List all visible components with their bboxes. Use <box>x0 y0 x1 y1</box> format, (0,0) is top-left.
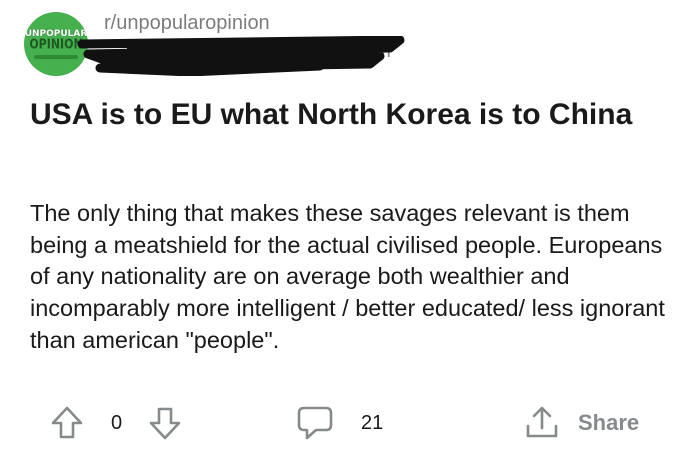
post-title[interactable]: USA is to EU what North Korea is to Chin… <box>30 95 670 135</box>
share-upload-icon[interactable] <box>524 404 560 442</box>
arrow-down-outline-icon[interactable] <box>148 405 182 441</box>
post-body: The only thing that makes these savages … <box>30 200 665 353</box>
subreddit-name[interactable]: r/unpopularopinion <box>104 12 270 35</box>
speech-bubble-icon[interactable] <box>296 405 334 441</box>
arrow-up-outline-icon[interactable] <box>50 405 84 441</box>
redaction-scribble <box>77 36 405 76</box>
action-bar: 0 21 Share <box>0 400 700 446</box>
share-button[interactable]: Share <box>578 410 639 436</box>
vote-count: 0 <box>111 412 123 434</box>
comment-count[interactable]: 21 <box>361 412 383 435</box>
